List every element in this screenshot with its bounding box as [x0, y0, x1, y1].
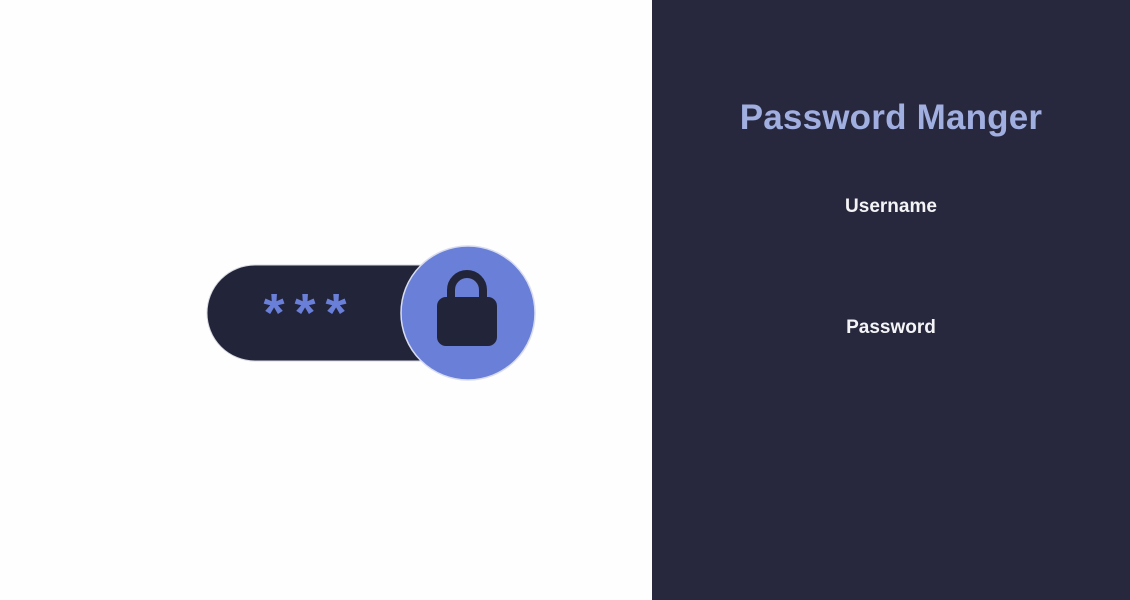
masked-password-text: *** — [263, 283, 356, 343]
password-label: Password — [846, 317, 936, 338]
login-panel: Password Manger Username Password — [652, 0, 1130, 600]
username-label: Username — [845, 196, 937, 217]
app-title: Password Manger — [739, 98, 1043, 137]
password-illustration: *** — [206, 245, 536, 381]
hero-illustration-pane: *** — [0, 0, 652, 600]
page: *** Password Manger Username Password — [0, 0, 1130, 600]
